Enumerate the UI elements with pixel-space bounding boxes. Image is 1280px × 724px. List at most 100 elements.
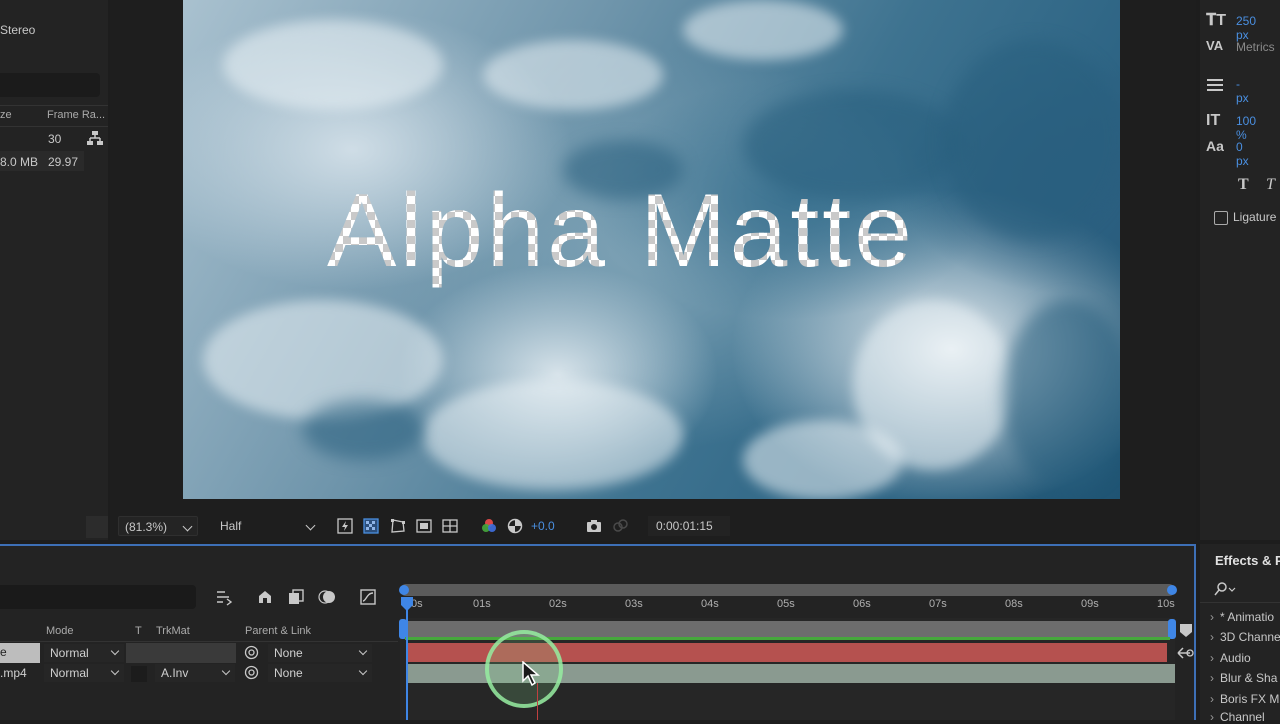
mask-path-icon[interactable] [390, 518, 406, 534]
viewer-toolbar: (81.3%) Half +0.0 0:00:01:15 [110, 511, 1196, 541]
layer-name: e [0, 645, 7, 659]
chevron-right-icon: › [1210, 610, 1214, 624]
column-size-header[interactable]: ze [0, 109, 12, 121]
ruler-tick: 04s [701, 598, 719, 610]
leading-value[interactable]: - px [1236, 77, 1249, 105]
current-time-display[interactable]: 0:00:01:15 [648, 516, 730, 536]
chevron-down-icon [110, 666, 120, 676]
shy-layers-icon[interactable] [215, 588, 233, 606]
effects-category-label: 3D Channe [1220, 630, 1280, 644]
ruler-tick: 06s [853, 598, 871, 610]
parent-value: None [274, 646, 303, 660]
parent-link-column-header[interactable]: Parent & Link [245, 625, 311, 637]
ruler-tick: 07s [929, 598, 947, 610]
motion-blur-icon[interactable] [318, 588, 336, 606]
chevron-right-icon: › [1210, 651, 1214, 665]
effects-category-label: Blur & Sha [1220, 671, 1278, 685]
vertical-scale-icon: IT [1206, 112, 1221, 129]
timeline-search-input[interactable] [0, 585, 196, 609]
trkmat-dropdown[interactable]: A.Inv [155, 664, 235, 682]
alpha-matte-title-text[interactable]: Alpha Matte [327, 172, 987, 291]
project-search-input[interactable] [0, 73, 100, 97]
vertical-scale-value[interactable]: 100 % [1236, 114, 1256, 142]
layer-row[interactable]: e Normal None [0, 643, 398, 663]
effects-category-audio[interactable]: › Audio [1210, 651, 1251, 665]
time-navigator-bar[interactable] [400, 584, 1175, 596]
navigator-start-handle[interactable] [398, 584, 410, 596]
parent-dropdown[interactable]: None [268, 664, 372, 682]
layer-mode-value: Normal [50, 646, 89, 660]
preserve-transparency-header[interactable]: T [135, 625, 142, 637]
layer-name-cell[interactable]: e [0, 643, 40, 663]
camera-snapshot-icon[interactable] [586, 518, 602, 534]
chevron-down-icon [182, 521, 193, 532]
parent-dropdown[interactable]: None [268, 644, 372, 662]
chevron-right-icon: › [1210, 671, 1214, 685]
trkmat-empty-cell [126, 643, 236, 663]
ruler-tick: 08s [1005, 598, 1023, 610]
effects-category-label: Channel [1220, 710, 1265, 724]
work-area-end-handle[interactable] [1166, 619, 1176, 639]
pick-whip-icon[interactable] [244, 645, 259, 660]
baseline-shift-value[interactable]: 0 px [1236, 140, 1249, 168]
composition-frame[interactable]: Alpha Matte [183, 0, 1120, 499]
draft-3d-icon[interactable] [256, 588, 274, 606]
current-time-indicator[interactable] [406, 600, 408, 720]
baseline-shift-icon: Aa [1206, 138, 1224, 154]
faux-italic-icon[interactable]: T [1266, 176, 1275, 194]
comp-marker-bin-icon[interactable] [1178, 622, 1194, 638]
mouse-cursor-icon [522, 661, 541, 687]
flowchart-icon[interactable] [87, 130, 103, 146]
kerning-value[interactable]: Metrics [1236, 40, 1275, 54]
magnification-dropdown[interactable]: (81.3%) [118, 516, 198, 536]
layer-name-cell[interactable]: .mp4 [0, 666, 40, 684]
effects-category-3d-channel[interactable]: › 3D Channe [1210, 630, 1280, 644]
fast-previews-icon[interactable] [337, 518, 353, 534]
layer-mode-dropdown[interactable]: Normal [44, 664, 124, 682]
show-snapshot-icon[interactable] [612, 518, 628, 534]
effects-category-blur-sharpen[interactable]: › Blur & Sha [1210, 671, 1277, 685]
color-management-icon[interactable] [507, 518, 523, 534]
ruler-tick: 09s [1081, 598, 1099, 610]
layer-mode-dropdown[interactable]: Normal [44, 644, 124, 662]
chevron-down-icon [110, 646, 120, 656]
effects-category-boris-fx[interactable]: › Boris FX M [1210, 692, 1279, 706]
frame-blending-icon[interactable] [287, 588, 305, 606]
resolution-value: Half [220, 519, 242, 533]
grid-guides-icon[interactable] [442, 518, 458, 534]
parent-value: None [274, 666, 303, 680]
font-size-value[interactable]: 250 px [1236, 14, 1256, 42]
layer-row[interactable]: .mp4 Normal A.Inv None [0, 664, 398, 684]
channel-rgb-icon[interactable] [481, 518, 497, 534]
row-size: 8.0 MB [0, 155, 39, 169]
layer-mode-value: Normal [50, 666, 89, 680]
trkmat-column-header[interactable]: TrkMat [156, 625, 190, 637]
mode-column-header[interactable]: Mode [46, 625, 74, 637]
graph-editor-icon[interactable] [359, 588, 377, 606]
transparency-grid-icon[interactable] [363, 518, 379, 534]
ruler-tick: 02s [549, 598, 567, 610]
ligatures-checkbox[interactable] [1214, 211, 1228, 225]
search-icon[interactable] [1214, 582, 1236, 596]
navigator-end-handle[interactable] [1166, 584, 1178, 596]
chevron-right-icon: › [1210, 630, 1214, 644]
playhead-handle[interactable] [399, 596, 415, 612]
audio-channel-label: Stereo [0, 23, 36, 37]
ruler-tick: 10s [1157, 598, 1175, 610]
exposure-value[interactable]: +0.0 [531, 519, 555, 533]
resolution-dropdown[interactable]: Half [214, 516, 320, 536]
pick-whip-icon[interactable] [244, 665, 259, 680]
chevron-right-icon: › [1210, 710, 1214, 724]
effects-category-channel[interactable]: › Channel [1210, 710, 1265, 724]
project-footer-button[interactable] [86, 516, 108, 538]
preserve-transparency-toggle[interactable] [131, 666, 147, 682]
column-frame-rate-header[interactable]: Frame Ra... [47, 109, 105, 121]
effects-category-animation[interactable]: › * Animatio [1210, 610, 1274, 624]
character-panel: 𝐓T 250 px VA Metrics - px IT 100 % Aa 0 … [1200, 0, 1280, 540]
faux-bold-icon[interactable]: T [1238, 176, 1249, 194]
region-of-interest-icon[interactable] [416, 518, 432, 534]
comp-button-icon[interactable] [1176, 646, 1194, 660]
effects-panel-title[interactable]: Effects & P [1215, 553, 1280, 568]
chevron-down-icon [358, 666, 368, 676]
row-frame-rate: 30 [48, 132, 62, 146]
